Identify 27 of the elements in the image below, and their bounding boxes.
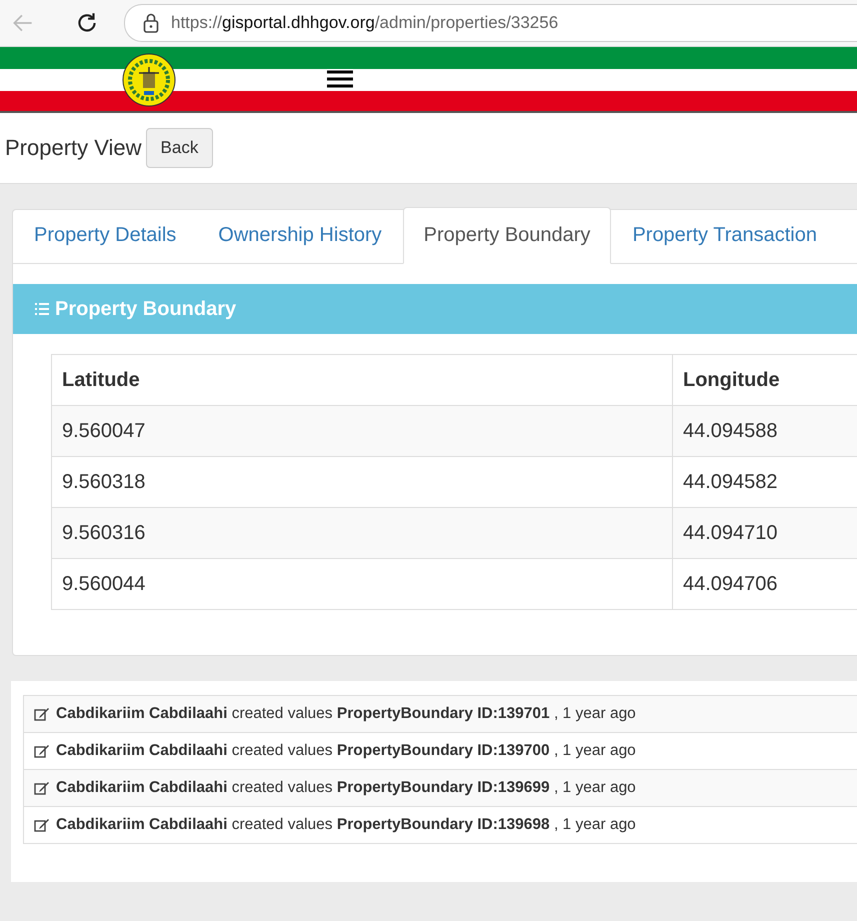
column-header: Latitude — [52, 354, 672, 406]
edit-icon — [34, 781, 50, 795]
emblem-logo — [122, 53, 176, 107]
edit-icon — [34, 818, 50, 832]
edit-icon — [34, 744, 50, 758]
tab[interactable]: Ownership History — [197, 207, 403, 264]
table-cell: 9.560047 — [52, 406, 672, 456]
log-entry-text: Cabdikariim Cabdilaahi created values PropertyBoundary ID:139699 , 1 year ago — [56, 779, 636, 797]
page-title: Property View — [5, 135, 142, 161]
lock-icon[interactable] — [143, 13, 159, 33]
list-icon — [35, 302, 49, 316]
tab[interactable]: Property Details — [13, 207, 198, 264]
menu-icon[interactable] — [327, 70, 353, 88]
log-entry-text: Cabdikariim Cabdilaahi created values PropertyBoundary ID:139698 , 1 year ago — [56, 816, 636, 834]
back-button[interactable]: Back — [146, 128, 214, 168]
tab[interactable]: Property Boundary — [402, 207, 612, 264]
tab[interactable]: Property Transaction — [611, 207, 838, 264]
address-bar[interactable]: https://gisportal.dhhgov.org/admin/properties/33256 — [124, 4, 857, 42]
table-cell: 9.560044 — [52, 558, 672, 610]
log-entry-text: Cabdikariim Cabdilaahi created values PropertyBoundary ID:139700 , 1 year ago — [56, 742, 636, 760]
table-cell: 44.094710 — [672, 508, 857, 558]
table-cell: 9.560316 — [52, 508, 672, 558]
table-cell: 44.094588 — [672, 406, 857, 456]
log-entry-text: Cabdikariim Cabdilaahi created values PropertyBoundary ID:139701 , 1 year ago — [56, 705, 636, 723]
edit-icon — [34, 707, 50, 721]
panel-title: Property Boundary — [55, 298, 236, 320]
url-text: https://gisportal.dhhgov.org/admin/properties/33256 — [171, 13, 558, 33]
